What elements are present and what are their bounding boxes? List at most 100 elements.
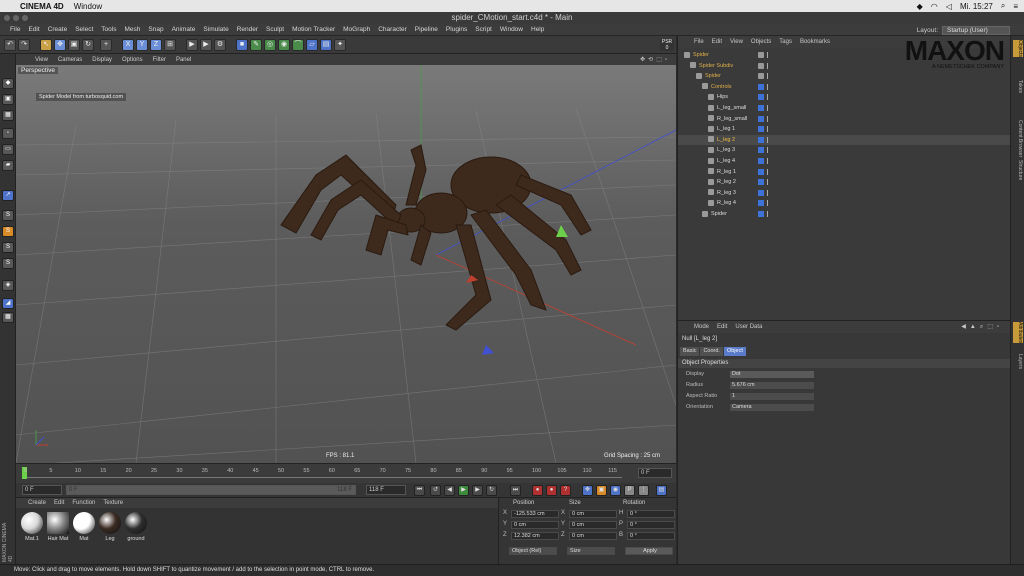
- wifi-icon[interactable]: ◠: [931, 2, 938, 11]
- viewport-menu-panel[interactable]: Panel: [171, 57, 196, 63]
- keyframe-selection-icon[interactable]: ?: [560, 485, 571, 496]
- undo-icon[interactable]: ↶: [4, 39, 16, 51]
- rotation-field[interactable]: 0 °: [627, 521, 675, 529]
- object-row[interactable]: L_leg_small: [678, 103, 1011, 114]
- object-render-dots[interactable]: [767, 94, 770, 101]
- material-swatch[interactable]: Leg: [98, 512, 122, 542]
- object-visibility-icon[interactable]: [758, 147, 764, 154]
- object-row[interactable]: Spider: [678, 209, 1011, 220]
- apply-button[interactable]: Apply: [625, 547, 673, 555]
- object-visibility-icon[interactable]: [758, 73, 764, 80]
- record-rotation-icon[interactable]: ◉: [610, 485, 621, 496]
- tab-coord[interactable]: Coord.: [700, 347, 723, 356]
- autokeying-icon[interactable]: ●: [546, 485, 557, 496]
- layout-dropdown[interactable]: Startup (User): [942, 25, 1010, 35]
- object-render-dots[interactable]: [767, 52, 770, 58]
- viewport-menu-display[interactable]: Display: [87, 57, 117, 63]
- y-axis-icon[interactable]: Y: [136, 39, 148, 51]
- side-tab[interactable]: Content Browser: [1013, 120, 1023, 157]
- side-tab-lower[interactable]: Layers: [1013, 354, 1023, 369]
- menu-plugins[interactable]: Plugins: [442, 26, 471, 33]
- menu-script[interactable]: Script: [471, 26, 496, 33]
- z-axis-icon[interactable]: Z: [150, 39, 162, 51]
- record-parameter-icon[interactable]: P: [624, 485, 635, 496]
- object-row[interactable]: Controls: [678, 82, 1011, 93]
- menu-create[interactable]: Create: [44, 26, 72, 33]
- side-tab[interactable]: Takes: [1013, 80, 1023, 93]
- object-visibility-icon[interactable]: [758, 211, 764, 217]
- viewport-menu-options[interactable]: Options: [117, 57, 148, 63]
- floor-icon[interactable]: ▱: [306, 39, 318, 51]
- z-axis-handle[interactable]: [482, 345, 494, 355]
- object-menu-bookmarks[interactable]: Bookmarks: [796, 39, 834, 45]
- end-frame-field[interactable]: 118 F: [366, 485, 406, 495]
- object-menu-tags[interactable]: Tags: [775, 39, 796, 45]
- coordinate-system-icon[interactable]: ⊞: [164, 39, 176, 51]
- y-axis-handle[interactable]: [556, 225, 568, 237]
- menu-mograph[interactable]: MoGraph: [339, 26, 374, 33]
- model-mode-icon[interactable]: ▣: [2, 94, 14, 105]
- camera-icon[interactable]: ▤: [320, 39, 332, 51]
- attr-menu-mode[interactable]: Mode: [690, 324, 713, 330]
- record-active-objects-icon[interactable]: ●: [532, 485, 543, 496]
- record-scale-icon[interactable]: ▣: [596, 485, 607, 496]
- next-key-icon[interactable]: ↻: [486, 485, 497, 496]
- menu-tools[interactable]: Tools: [97, 26, 120, 33]
- object-render-dots[interactable]: [767, 147, 770, 154]
- viewport-menu-filter[interactable]: Filter: [148, 57, 171, 63]
- menu-motion-tracker[interactable]: Motion Tracker: [288, 26, 339, 33]
- lock-workplane-icon[interactable]: ◈: [2, 280, 14, 291]
- size-field[interactable]: 0 cm: [569, 521, 617, 529]
- object-render-dots[interactable]: [767, 189, 770, 196]
- object-menu-view[interactable]: View: [726, 39, 747, 45]
- property-value[interactable]: Camera: [730, 404, 814, 411]
- render-view-icon[interactable]: ▶: [186, 39, 198, 51]
- menu-window[interactable]: Window: [496, 26, 527, 33]
- preview-range-slider[interactable]: 0 F 118 F: [66, 485, 356, 495]
- light-icon[interactable]: ✦: [334, 39, 346, 51]
- tweak-mode-icon[interactable]: S: [2, 210, 14, 221]
- bend-icon[interactable]: ⌒: [292, 39, 304, 51]
- next-frame-icon[interactable]: ▶: [472, 485, 483, 496]
- object-visibility-icon[interactable]: [758, 158, 764, 164]
- object-row[interactable]: L_leg 1: [678, 124, 1011, 135]
- zoom-window-button[interactable]: [22, 15, 28, 21]
- make-editable-icon[interactable]: ◆: [2, 78, 14, 89]
- object-row[interactable]: R_leg 2: [678, 177, 1011, 188]
- start-frame-field[interactable]: 0 F: [22, 485, 62, 495]
- object-visibility-icon[interactable]: [758, 179, 764, 186]
- object-render-dots[interactable]: [767, 62, 770, 69]
- record-point-level-icon[interactable]: ⋮: [638, 485, 649, 496]
- minimize-window-button[interactable]: [13, 15, 19, 21]
- object-render-dots[interactable]: [767, 211, 770, 217]
- property-value[interactable]: 5.676 cm: [730, 382, 814, 389]
- material-swatch[interactable]: Hair Mat: [46, 512, 70, 542]
- object-row[interactable]: R_leg 3: [678, 188, 1011, 199]
- menu-simulate[interactable]: Simulate: [199, 26, 232, 33]
- search-icon[interactable]: ⌕: [1001, 1, 1005, 11]
- menu-edit[interactable]: Edit: [24, 26, 43, 33]
- axis-mode-icon[interactable]: ↗: [2, 190, 14, 201]
- object-row[interactable]: Hips: [678, 92, 1011, 103]
- rotate-icon[interactable]: ↻: [82, 39, 94, 51]
- points-mode-icon[interactable]: ▫: [2, 128, 14, 139]
- position-field[interactable]: 0 cm: [511, 521, 559, 529]
- scale-icon[interactable]: ▣: [68, 39, 80, 51]
- subdivision-icon[interactable]: ◎: [264, 39, 276, 51]
- go-to-end-icon[interactable]: ⏭: [510, 485, 521, 496]
- position-field[interactable]: 12.382 cm: [511, 532, 559, 540]
- dropbox-icon[interactable]: ◆: [917, 2, 923, 11]
- object-visibility-icon[interactable]: [758, 200, 764, 207]
- interpolation-icon[interactable]: ▤: [656, 485, 667, 496]
- menu-sculpt[interactable]: Sculpt: [262, 26, 288, 33]
- menu-render[interactable]: Render: [233, 26, 262, 33]
- material-swatch[interactable]: Mat: [72, 512, 96, 542]
- go-to-start-icon[interactable]: ⏮: [414, 485, 425, 496]
- snap-icon[interactable]: S: [2, 226, 14, 237]
- array-icon[interactable]: ◉: [278, 39, 290, 51]
- size-field[interactable]: 0 cm: [569, 532, 617, 540]
- object-row[interactable]: R_leg 4: [678, 198, 1011, 209]
- viewport-menu-view[interactable]: View: [30, 57, 53, 63]
- rotation-field[interactable]: 0 °: [627, 532, 675, 540]
- object-render-dots[interactable]: [767, 179, 770, 186]
